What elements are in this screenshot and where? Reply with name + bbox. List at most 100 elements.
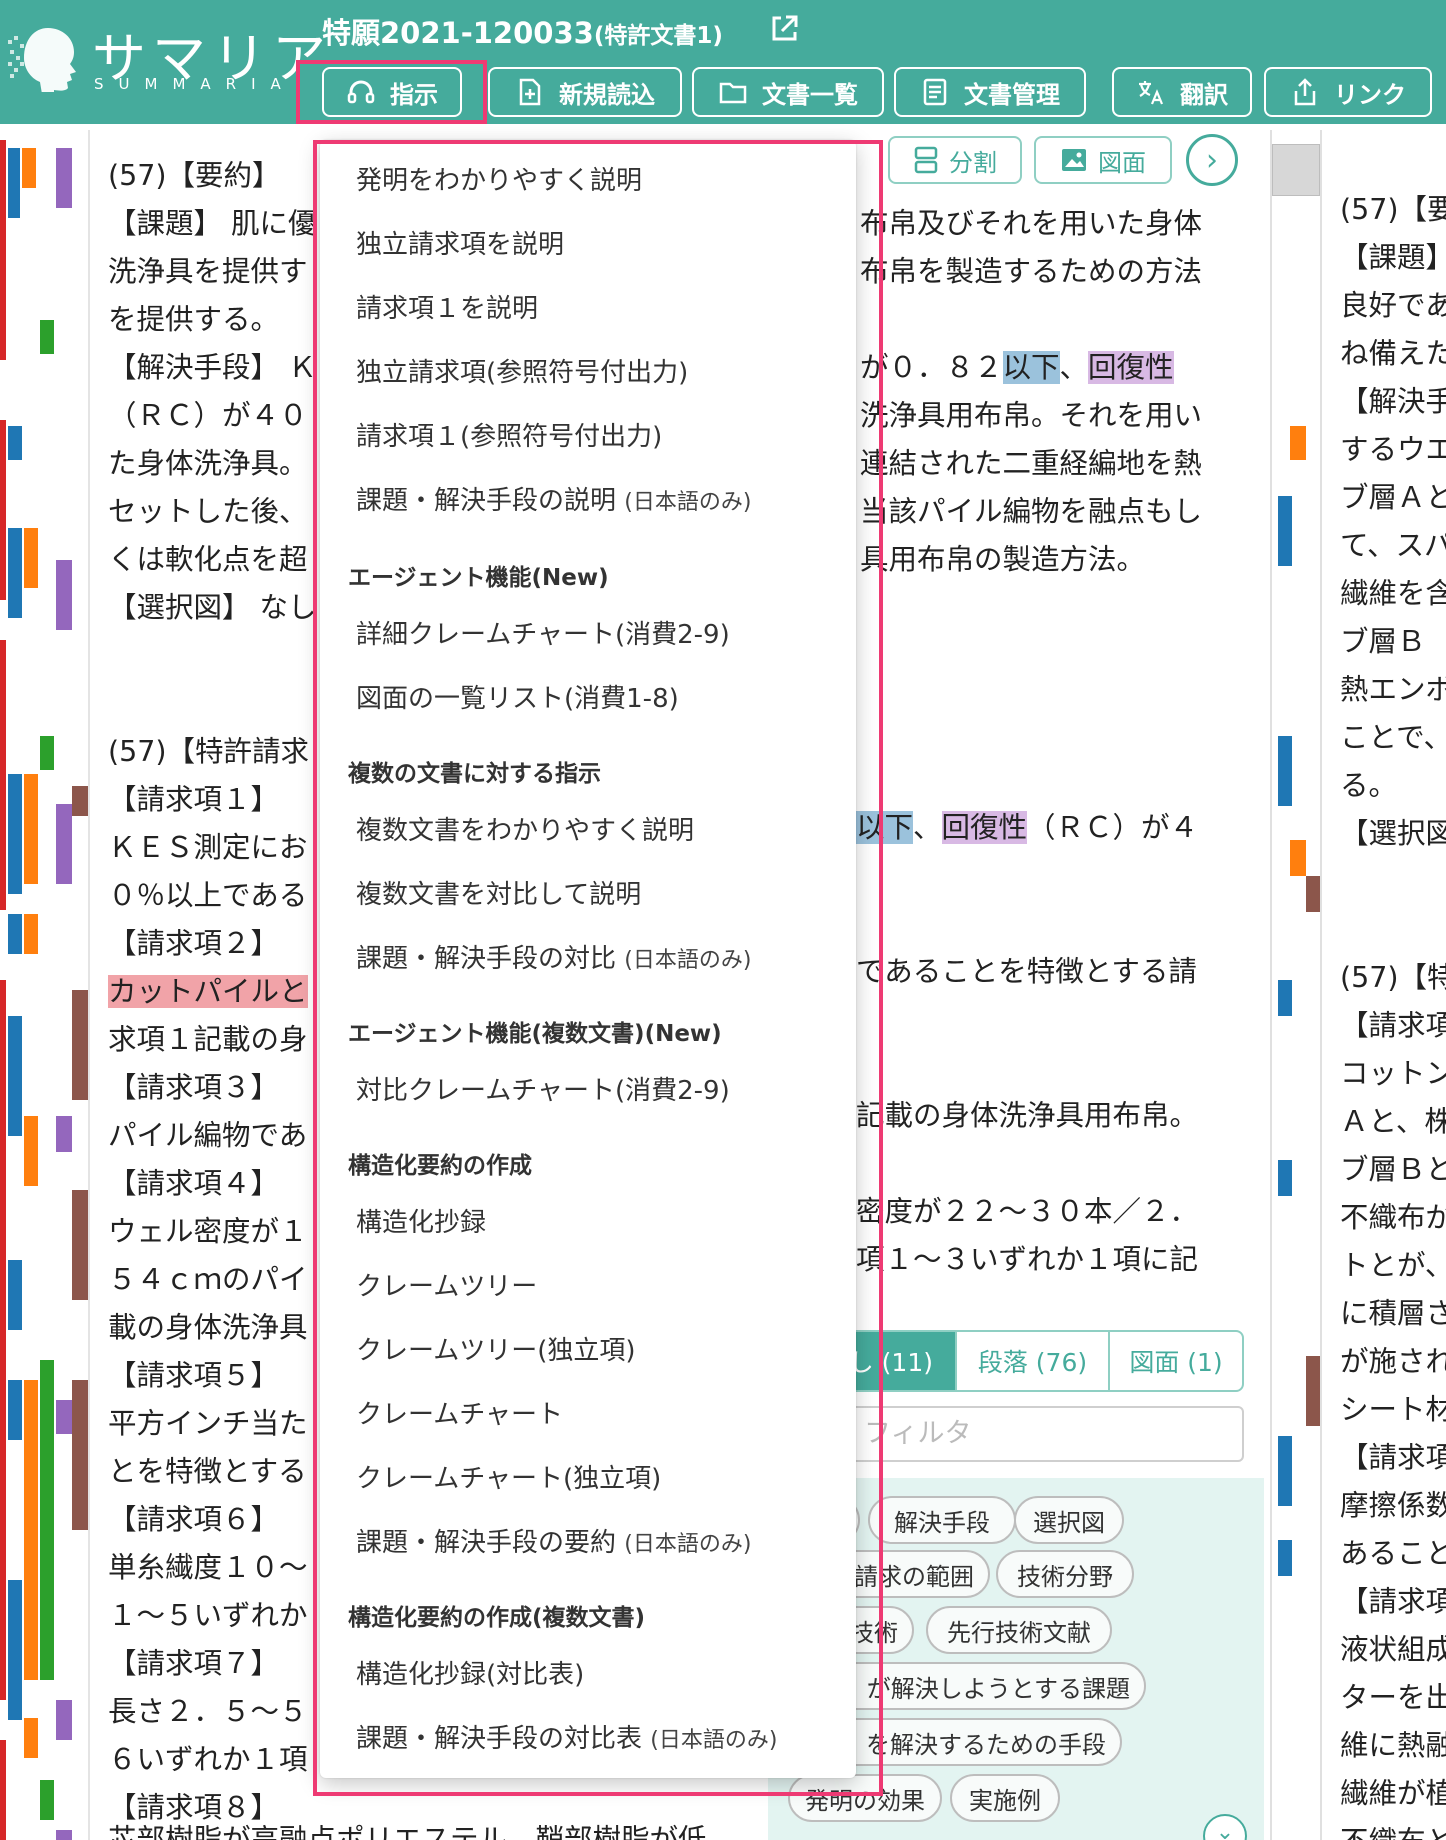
menu-item[interactable]: クレームツリー(独立項) — [356, 1330, 636, 1367]
doc-line: 洗浄具を提供す — [108, 255, 308, 288]
menu-item[interactable]: 複数文書を対比して説明 — [356, 874, 641, 911]
tab-drawings[interactable]: 図面 (1) — [1108, 1330, 1244, 1392]
chip-prior-art[interactable]: 先行技術文献 — [926, 1606, 1112, 1654]
menu-item[interactable]: 発明をわかりやすく説明 — [356, 160, 642, 197]
doc-line: を提供する。 — [108, 303, 280, 336]
menu-item-label: 課題・解決手段の要約 — [356, 1528, 617, 1558]
keyword-highlight: 回復性 — [941, 811, 1028, 844]
doc-line: ね備えた — [1340, 337, 1446, 370]
doc-line: 【解決手段】 Ｋ — [108, 351, 317, 384]
chip-selected-figure[interactable]: 選択図 — [1014, 1496, 1124, 1544]
app-logo-subname: SUMMARIA — [94, 75, 296, 93]
doc-line: シート材 — [1340, 1393, 1446, 1426]
doc-line: 不織布と — [1340, 1818, 1446, 1840]
keyword-map-stripe-right[interactable] — [1274, 140, 1320, 1840]
doc-line: Ａと、株 — [1340, 1105, 1446, 1138]
keyword-highlight: 以下 — [856, 811, 914, 844]
doc-line: １～５いずれか — [108, 1599, 308, 1632]
doc-line: が施され — [1340, 1345, 1446, 1378]
doc-line: ブ層Ｂ — [1340, 625, 1426, 658]
translate-button-label: 翻訳 — [1180, 80, 1228, 109]
menu-item[interactable]: 請求項１(参照符号付出力) — [356, 416, 662, 453]
menu-heading: エージェント機能(New) — [348, 565, 609, 591]
menu-item[interactable]: 構造化抄録 — [356, 1202, 486, 1239]
column-divider — [1320, 130, 1322, 1840]
doc-text: 、 — [1059, 351, 1089, 384]
doc-text: が０．８２ — [860, 351, 1003, 384]
doc-line: 【課題】 肌に優 — [108, 207, 317, 240]
doc-line — [1340, 858, 1446, 906]
menu-item-label: 課題・解決手段の対比表 — [356, 1724, 643, 1754]
menu-item[interactable]: クレームチャート — [356, 1394, 563, 1431]
doc-line: 液状組成 — [1340, 1633, 1446, 1666]
menu-item[interactable]: 詳細クレームチャート(消費2-9) — [356, 614, 730, 651]
menu-item[interactable]: 課題・解決手段の対比表 (日本語のみ) — [356, 1718, 777, 1755]
menu-item[interactable]: 複数文書をわかりやすく説明 — [356, 810, 694, 847]
new-load-button-label: 新規読込 — [559, 80, 655, 109]
document-manage-button[interactable]: 文書管理 — [894, 67, 1086, 117]
filter-input[interactable]: フィルタ — [790, 1406, 1244, 1462]
menu-item[interactable]: クレームツリー — [356, 1266, 537, 1303]
doc-line: 以下、回復性（ＲＣ）が４ — [856, 804, 1270, 852]
doc-line: 【選択図 — [1340, 817, 1446, 850]
menu-item[interactable]: 独立請求項(参照符号付出力) — [356, 352, 688, 389]
translate-button[interactable]: 翻訳 — [1112, 67, 1252, 117]
keyword-highlight: カットパイルと — [108, 975, 308, 1008]
doc-line: ブ層Ａと — [1340, 481, 1446, 514]
doc-line: 求項１記載の身 — [108, 1023, 308, 1056]
document-text-right-mid: が０．８２以下、回復性 洗浄具用布帛。それを用い 連結された二重経編地を熱 当該… — [860, 344, 1270, 584]
doc-line: 項１～３いずれか１項に記 — [856, 1243, 1199, 1276]
menu-item[interactable]: 構造化抄録(対比表) — [356, 1654, 584, 1691]
doc-line: セットした後、 — [108, 495, 308, 528]
chevron-right-icon[interactable]: › — [1186, 134, 1238, 186]
doc-line: 【請求項６】 — [108, 1503, 280, 1536]
document-list-button[interactable]: 文書一覧 — [692, 67, 884, 117]
image-icon — [1062, 149, 1086, 171]
document-list-button-label: 文書一覧 — [762, 80, 858, 109]
doc-line: ０％以上である — [108, 879, 308, 912]
doc-line: 【請求項 — [1340, 1009, 1446, 1042]
keyword-map-stripe[interactable] — [0, 140, 88, 1840]
keyword-highlight: 以下 — [1002, 351, 1060, 384]
doc-line: 載の身体洗浄具 — [108, 1311, 308, 1344]
doc-line: 【選択図】 なし — [108, 591, 317, 624]
doc-line: ことで、 — [1340, 721, 1446, 754]
external-link-icon[interactable] — [768, 13, 800, 45]
menu-item[interactable]: 図面の一覧リスト(消費1-8) — [356, 678, 679, 715]
doc-line: 【請求項 — [1340, 1585, 1446, 1618]
tab-paragraphs[interactable]: 段落 (76) — [955, 1330, 1110, 1392]
menu-heading: 構造化要約の作成(複数文書) — [348, 1605, 646, 1631]
doc-line: 熱エンボ — [1340, 673, 1446, 706]
menu-item[interactable]: 請求項１を説明 — [356, 288, 538, 325]
doc-text: 、 — [913, 811, 942, 844]
doc-line: （ＲＣ）が４０ — [108, 399, 308, 432]
instruct-menu: 発明をわかりやすく説明 独立請求項を説明 請求項１を説明 独立請求項(参照符号付… — [320, 140, 856, 1778]
doc-line: 【請求項 — [1340, 1441, 1446, 1474]
doc-line: 【請求項１】 — [108, 783, 280, 816]
new-load-button[interactable]: 新規読込 — [488, 67, 682, 117]
chip-example[interactable]: 実施例 — [950, 1774, 1060, 1822]
menu-item[interactable]: 課題・解決手段の説明 (日本語のみ) — [356, 480, 751, 517]
menu-item[interactable]: 課題・解決手段の要約 (日本語のみ) — [356, 1522, 751, 1559]
chip-technical-field[interactable]: 技術分野 — [996, 1550, 1134, 1598]
drawing-button[interactable]: 図面 — [1034, 136, 1172, 184]
menu-item-note: (日本語のみ) — [650, 1728, 778, 1753]
menu-item[interactable]: 課題・解決手段の対比 (日本語のみ) — [356, 938, 751, 975]
doc-line: 摩擦係数 — [1340, 1489, 1446, 1522]
menu-item[interactable]: 対比クレームチャート(消費2-9) — [356, 1070, 730, 1107]
split-view-button[interactable]: 分割 — [888, 136, 1022, 184]
logo-icon — [8, 28, 76, 92]
doc-line: 密度が２２～３０本／２． — [856, 1195, 1199, 1228]
doc-line: (57)【要約】 — [108, 159, 281, 192]
link-button[interactable]: リンク — [1264, 67, 1432, 117]
doc-line: 当該パイル編物を融点もし — [860, 495, 1203, 528]
menu-item[interactable]: 独立請求項を説明 — [356, 224, 564, 261]
menu-heading: 複数の文書に対する指示 — [348, 761, 601, 787]
menu-item[interactable]: クレームチャート(独立項) — [356, 1458, 661, 1495]
file-add-icon — [519, 78, 541, 106]
doc-line: トとが、 — [1340, 1249, 1446, 1282]
chip-effect[interactable]: 発明の効果 — [788, 1774, 942, 1822]
doc-line: 【請求項５】 — [108, 1359, 280, 1392]
chip-solution[interactable]: 解決手段 — [868, 1496, 1016, 1544]
doc-line: 【課題】 — [1340, 241, 1446, 274]
